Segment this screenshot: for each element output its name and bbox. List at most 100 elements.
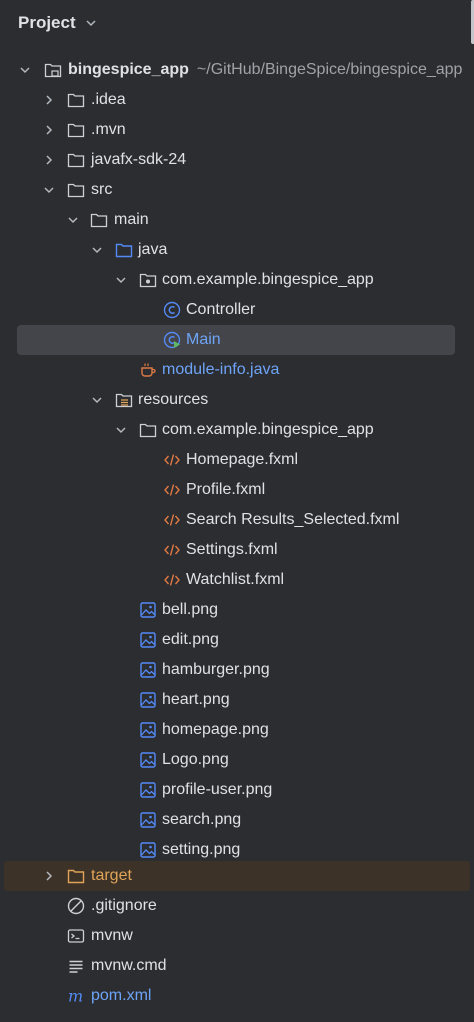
chevron-down-icon[interactable] [114,273,128,287]
tree-row-mvnw[interactable]: mvnw [0,921,474,951]
excluded-folder-icon [67,869,85,884]
tree-label: Watchlist.fxml [186,571,285,588]
tree-row-png[interactable]: bell.png [0,595,474,625]
package-icon [139,273,157,288]
chevron-right-icon[interactable] [42,869,56,883]
chevron-down-icon[interactable] [114,423,128,437]
tree-label: Main [186,331,221,348]
fxml-file-icon [164,514,180,526]
tree-row-png[interactable]: edit.png [0,625,474,655]
java-main-class-icon [163,331,181,349]
tree-row-fxml[interactable]: Watchlist.fxml [0,565,474,595]
chevron-down-icon[interactable] [18,63,32,77]
tree-label: Search Results_Selected.fxml [186,511,400,528]
tree-row-src[interactable]: src [0,175,474,205]
tree-row-png[interactable]: heart.png [0,685,474,715]
resources-folder-icon [115,393,133,408]
source-folder-icon [115,243,133,258]
chevron-down-icon [86,20,96,27]
tree-row-idea[interactable]: .idea [0,85,474,115]
tree-row-module-info[interactable]: module-info.java [0,355,474,385]
project-header: Project [0,0,474,48]
tree-row-fxml[interactable]: Settings.fxml [0,535,474,565]
tree-label: com.example.bingespice_app [162,271,374,288]
image-file-icon [140,842,156,858]
tree-label: hamburger.png [162,661,270,678]
chevron-right-icon[interactable] [42,153,56,167]
fxml-file-icon [164,544,180,556]
image-file-icon [140,752,156,768]
tree-row-fxml[interactable]: Homepage.fxml [0,445,474,475]
chevron-right-icon[interactable] [42,93,56,107]
maven-icon: m [68,987,83,1005]
tree-row-main-class[interactable]: Main [17,325,455,355]
text-file-icon [69,960,83,973]
shell-script-icon [67,929,85,943]
tree-label: Settings.fxml [186,541,278,558]
image-file-icon [140,782,156,798]
folder-icon [90,213,108,228]
tree-row-png[interactable]: profile-user.png [0,775,474,805]
tree-label: src [91,181,113,198]
ignore-file-icon [67,897,85,915]
project-panel: Project bingespice_app ~/GitHub/BingeSpic… [0,0,474,1022]
tree-row-png[interactable]: Logo.png [0,745,474,775]
tree-row-png[interactable]: search.png [0,805,474,835]
tree-row-fxml[interactable]: Profile.fxml [0,475,474,505]
tree-row-javafx-sdk[interactable]: javafx-sdk-24 [0,145,474,175]
chevron-down-icon[interactable] [90,243,104,257]
chevron-down-icon[interactable] [42,183,56,197]
tree-row-main-folder[interactable]: main [0,205,474,235]
image-file-icon [140,812,156,828]
image-file-icon [140,722,156,738]
tree-row-pom[interactable]: m pom.xml [0,981,474,1011]
image-file-icon [140,692,156,708]
tree-row-png[interactable]: hamburger.png [0,655,474,685]
project-view-selector[interactable]: Project [18,13,98,33]
tree-label-root: bingespice_app ~/GitHub/BingeSpice/binges… [68,61,463,78]
fxml-file-icon [164,484,180,496]
project-title: Project [18,13,76,32]
tree-row-fxml[interactable]: Search Results_Selected.fxml [0,505,474,535]
tree-row-java[interactable]: java [0,235,474,265]
tree-label: Homepage.fxml [186,451,299,468]
tree-label: com.example.bingespice_app [162,421,374,438]
folder-icon [67,153,85,168]
tree-row-png[interactable]: homepage.png [0,715,474,745]
tree-label: heart.png [162,691,230,708]
tree-label: bell.png [162,601,219,618]
folder-icon [139,423,157,438]
tree-label: Controller [186,301,256,318]
java-module-icon [141,363,156,377]
tree-row-java-package[interactable]: com.example.bingespice_app [0,265,474,295]
tree-label: profile-user.png [162,781,273,798]
tree-label: main [114,211,149,228]
tree-label: target [91,867,132,884]
chevron-down-icon[interactable] [66,213,80,227]
tree-label: Logo.png [162,751,229,768]
tree-label: pom.xml [91,987,152,1004]
tree-label: mvnw [91,927,133,944]
image-file-icon [140,632,156,648]
tree-row-mvn[interactable]: .mvn [0,115,474,145]
chevron-right-icon[interactable] [42,123,56,137]
fxml-file-icon [164,574,180,586]
tree-row-root[interactable]: bingespice_app ~/GitHub/BingeSpice/binges… [0,55,474,85]
module-folder-icon [44,63,62,78]
tree-label: edit.png [162,631,219,648]
tree-row-controller[interactable]: Controller [0,295,474,325]
folder-icon [67,183,85,198]
project-path: ~/GitHub/BingeSpice/bingespice_app [196,61,463,78]
tree-row-gitignore[interactable]: .gitignore [0,891,474,921]
folder-icon [67,93,85,108]
tree-row-resources[interactable]: resources [0,385,474,415]
tree-row-target[interactable]: target [4,861,470,891]
tree-row-resources-package[interactable]: com.example.bingespice_app [0,415,474,445]
tree-label: Profile.fxml [186,481,266,498]
tree-label: javafx-sdk-24 [91,151,187,168]
tree-row-mvnw-cmd[interactable]: mvnw.cmd [0,951,474,981]
tree-label: mvnw.cmd [91,957,167,974]
chevron-down-icon[interactable] [90,393,104,407]
tree-label: module-info.java [162,361,280,378]
tree-label: java [138,241,168,258]
